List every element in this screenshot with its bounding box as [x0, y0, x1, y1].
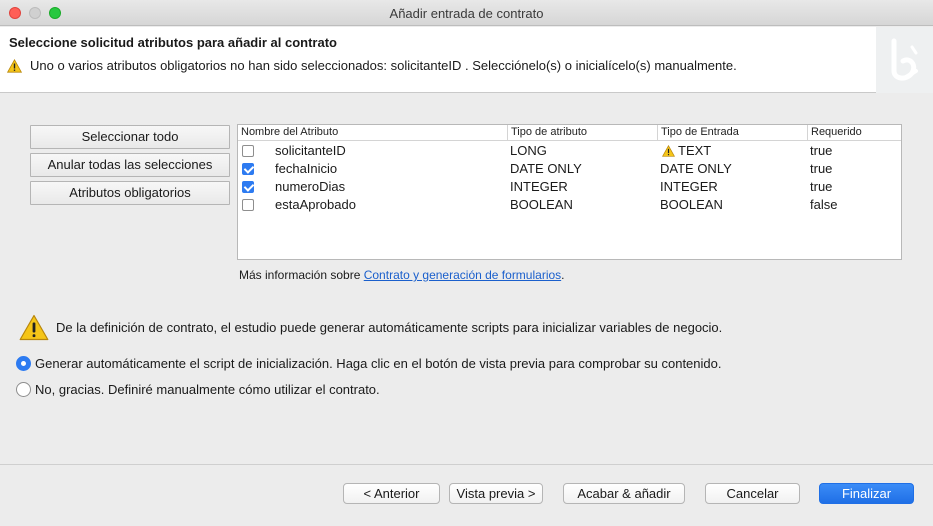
input-type-cell: TEXT [662, 142, 711, 160]
window-title: Añadir entrada de contrato [389, 6, 544, 21]
column-header-required[interactable]: Requerido [808, 125, 901, 141]
attribute-type: INTEGER [510, 179, 568, 194]
close-window-button[interactable] [9, 7, 21, 19]
required-value: true [810, 161, 833, 176]
attribute-name: solicitanteID [275, 143, 346, 158]
attributes-table[interactable]: Nombre del Atributo Tipo de atributo Tip… [237, 124, 902, 260]
row-checkbox[interactable] [242, 145, 254, 157]
mandatory-attributes-button[interactable]: Atributos obligatorios [30, 181, 230, 205]
dialog-header: Seleccione solicitud atributos para añad… [0, 27, 933, 93]
radio-label: Generar automáticamente el script de ini… [35, 356, 722, 371]
attribute-name: fechaInicio [275, 161, 338, 176]
finish-add-button[interactable]: Acabar & añadir [563, 483, 685, 504]
input-type: BOOLEAN [660, 197, 723, 212]
footer-divider [0, 464, 933, 465]
required-value: true [810, 143, 833, 158]
attribute-name: numeroDias [275, 179, 346, 194]
contract-message: De la definición de contrato, el estudio… [56, 320, 723, 335]
required-value: true [810, 179, 833, 194]
radio-generate-script[interactable]: Generar automáticamente el script de ini… [16, 356, 721, 371]
minimize-window-button[interactable] [29, 7, 41, 19]
row-checkbox[interactable] [242, 163, 254, 175]
attribute-name: estaAprobado [275, 197, 356, 212]
row-checkbox[interactable] [242, 199, 254, 211]
radio-button[interactable] [16, 382, 31, 397]
maximize-window-button[interactable] [49, 7, 61, 19]
table-row[interactable]: estaAprobado BOOLEAN BOOLEAN false [238, 196, 901, 214]
table-row[interactable]: solicitanteID LONG TEXT true [238, 142, 901, 160]
attribute-type: LONG [510, 143, 547, 158]
attribute-type: BOOLEAN [510, 197, 573, 212]
deselect-all-button[interactable]: Anular todas las selecciones [30, 153, 230, 177]
radio-label: No, gracias. Definiré manualmente cómo u… [35, 382, 380, 397]
contract-forms-link[interactable]: Contrato y generación de formularios [364, 268, 561, 282]
bonita-logo [876, 27, 933, 93]
more-info-prefix: Más información sobre [239, 268, 364, 282]
row-checkbox[interactable] [242, 181, 254, 193]
select-all-button[interactable]: Seleccionar todo [30, 125, 230, 149]
preview-button[interactable]: Vista previa > [449, 483, 543, 504]
warning-icon [19, 314, 49, 341]
column-header-name[interactable]: Nombre del Atributo [238, 125, 508, 141]
dialog-title: Seleccione solicitud atributos para añad… [9, 35, 337, 50]
warning-icon [7, 58, 22, 73]
more-info-suffix: . [561, 268, 565, 282]
header-warning-text: Uno o varios atributos obligatorios no h… [30, 58, 737, 73]
attribute-type: DATE ONLY [510, 161, 582, 176]
radio-button[interactable] [16, 356, 31, 371]
cancel-button[interactable]: Cancelar [705, 483, 800, 504]
window-titlebar: Añadir entrada de contrato [0, 0, 933, 26]
column-header-type[interactable]: Tipo de atributo [508, 125, 658, 141]
warning-icon [662, 145, 675, 157]
input-type: DATE ONLY [660, 161, 732, 176]
finalize-button[interactable]: Finalizar [819, 483, 914, 504]
radio-manual[interactable]: No, gracias. Definiré manualmente cómo u… [16, 382, 380, 397]
header-warning: Uno o varios atributos obligatorios no h… [7, 58, 737, 73]
table-row[interactable]: fechaInicio DATE ONLY DATE ONLY true [238, 160, 901, 178]
required-value: false [810, 197, 838, 212]
table-header: Nombre del Atributo Tipo de atributo Tip… [238, 125, 901, 141]
back-button[interactable]: < Anterior [343, 483, 440, 504]
more-info-text: Más información sobre Contrato y generac… [239, 268, 565, 282]
column-header-input[interactable]: Tipo de Entrada [658, 125, 808, 141]
input-type: INTEGER [660, 179, 718, 194]
input-type: TEXT [678, 143, 712, 158]
table-row[interactable]: numeroDias INTEGER INTEGER true [238, 178, 901, 196]
